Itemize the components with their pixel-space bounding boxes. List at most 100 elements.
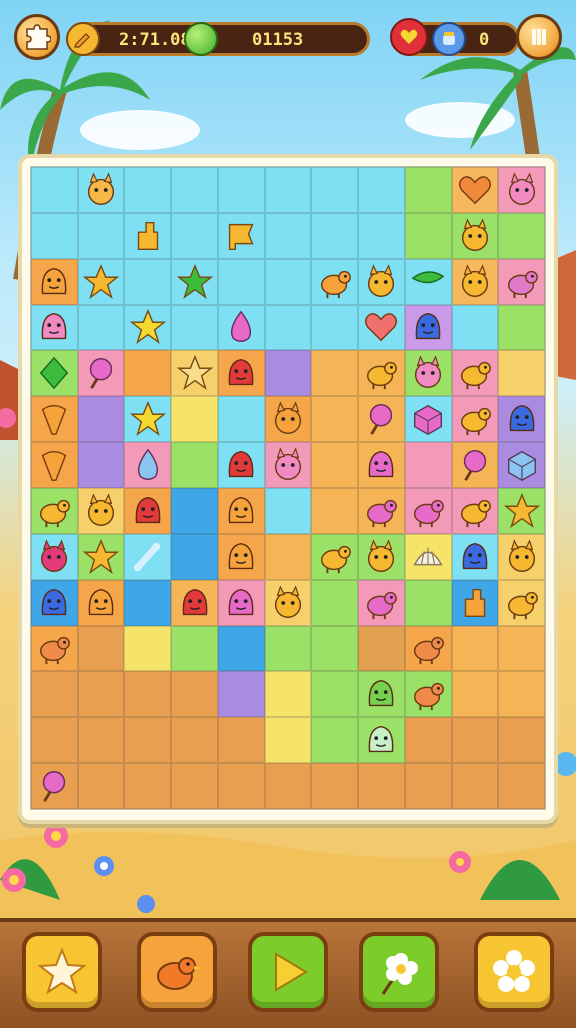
board-cell[interactable]: [498, 304, 545, 351]
board-cell[interactable]: [217, 717, 265, 764]
pink-creature-icon[interactable]: [409, 354, 447, 392]
board-cell[interactable]: [498, 442, 545, 488]
board-cell[interactable]: [358, 396, 405, 443]
pink-candy-icon[interactable]: [362, 400, 400, 438]
board-cell[interactable]: [171, 396, 218, 443]
board-cell[interactable]: [358, 350, 405, 397]
board-cell[interactable]: [451, 304, 499, 351]
board-cell[interactable]: [31, 717, 78, 764]
board-cell[interactable]: [77, 350, 125, 397]
board-cell[interactable]: [451, 350, 499, 397]
board-cell[interactable]: [451, 258, 499, 305]
board-cell[interactable]: [124, 488, 172, 534]
board-cell[interactable]: [171, 350, 218, 397]
pause-button[interactable]: [516, 14, 562, 60]
board-cell[interactable]: [171, 304, 218, 351]
cat-creature-icon[interactable]: [456, 217, 494, 255]
board-cell[interactable]: [451, 167, 499, 213]
board-cell[interactable]: [124, 625, 172, 672]
blue-drop-icon[interactable]: [129, 446, 167, 484]
blue-creature-icon[interactable]: [503, 400, 541, 438]
board-cell[interactable]: [31, 533, 78, 580]
board-cell[interactable]: [311, 488, 359, 534]
board-cell[interactable]: [217, 212, 265, 259]
board-cell[interactable]: [451, 212, 499, 259]
board-cell[interactable]: [404, 304, 452, 351]
board-cell[interactable]: [358, 304, 405, 351]
board-cell[interactable]: [264, 442, 312, 488]
board-cell[interactable]: [358, 488, 405, 534]
pink-cube-icon[interactable]: [409, 400, 447, 438]
board-cell[interactable]: [124, 396, 172, 443]
board-cell[interactable]: [264, 488, 312, 534]
board-cell[interactable]: [77, 442, 125, 488]
board-cell[interactable]: [31, 488, 78, 534]
board-cell[interactable]: [451, 717, 499, 764]
board-cell[interactable]: [404, 671, 452, 718]
yellow-cat-icon[interactable]: [82, 492, 120, 530]
board-cell[interactable]: [404, 579, 452, 626]
menu-button[interactable]: [14, 14, 60, 60]
board-cell[interactable]: [498, 579, 545, 626]
board-cell[interactable]: [264, 625, 312, 672]
board-cell[interactable]: [124, 717, 172, 764]
board-cell[interactable]: [451, 763, 499, 809]
board-cell[interactable]: [264, 350, 312, 397]
board-cell[interactable]: [77, 304, 125, 351]
board-cell[interactable]: [124, 167, 172, 213]
board-cell[interactable]: [31, 350, 78, 397]
icecream-icon[interactable]: [35, 400, 73, 438]
board-cell[interactable]: [404, 763, 452, 809]
board-cell[interactable]: [498, 671, 545, 718]
board-cell[interactable]: [404, 488, 452, 534]
board-cell[interactable]: [171, 258, 218, 305]
board-cell[interactable]: [171, 533, 218, 580]
board-cell[interactable]: [77, 212, 125, 259]
green-gem-icon[interactable]: [35, 354, 73, 392]
board-cell[interactable]: [311, 763, 359, 809]
yellow-bird-icon[interactable]: [503, 538, 541, 576]
board-cell[interactable]: [77, 763, 125, 809]
yellow-star-icon[interactable]: [129, 400, 167, 438]
board-cell[interactable]: [358, 167, 405, 213]
board-cell[interactable]: [358, 258, 405, 305]
board-cell[interactable]: [498, 717, 545, 764]
board-cell[interactable]: [358, 763, 405, 809]
pink-blob-icon[interactable]: [222, 584, 260, 622]
yellow-monkey-icon[interactable]: [456, 354, 494, 392]
board-cell[interactable]: [171, 167, 218, 213]
pencil-icon[interactable]: [66, 22, 100, 56]
red-blob-icon[interactable]: [222, 446, 260, 484]
fox-creature-icon[interactable]: [82, 171, 120, 209]
green-star-icon[interactable]: [176, 263, 214, 301]
star-button[interactable]: [22, 932, 102, 1012]
mint-bubble-icon[interactable]: [362, 721, 400, 759]
board-cell[interactable]: [498, 396, 545, 443]
board-cell[interactable]: [311, 533, 359, 580]
yellow-chick-icon[interactable]: [456, 263, 494, 301]
board-cell[interactable]: [311, 350, 359, 397]
yellow-starfish-icon[interactable]: [82, 538, 120, 576]
board-cell[interactable]: [264, 396, 312, 443]
pink-lollipop-icon[interactable]: [456, 446, 494, 484]
board-cell[interactable]: [404, 533, 452, 580]
board-cell[interactable]: [77, 579, 125, 626]
board-cell[interactable]: [311, 396, 359, 443]
yellow-bunny-icon[interactable]: [362, 263, 400, 301]
yellow-block-icon[interactable]: [129, 217, 167, 255]
pink-creature-icon[interactable]: [269, 446, 307, 484]
orange-blob-icon[interactable]: [35, 263, 73, 301]
board-cell[interactable]: [264, 533, 312, 580]
red-apple-icon[interactable]: [176, 584, 214, 622]
yellow-flag-icon[interactable]: [222, 217, 260, 255]
icecream-icon[interactable]: [35, 446, 73, 484]
board-cell[interactable]: [77, 396, 125, 443]
board-cell[interactable]: [264, 579, 312, 626]
pink-drop-icon[interactable]: [222, 308, 260, 346]
board-cell[interactable]: [77, 258, 125, 305]
orange-block-icon[interactable]: [456, 584, 494, 622]
red-blob-icon[interactable]: [222, 354, 260, 392]
flower-button[interactable]: [474, 932, 554, 1012]
board-cell[interactable]: [31, 258, 78, 305]
pink-blob-icon[interactable]: [362, 446, 400, 484]
